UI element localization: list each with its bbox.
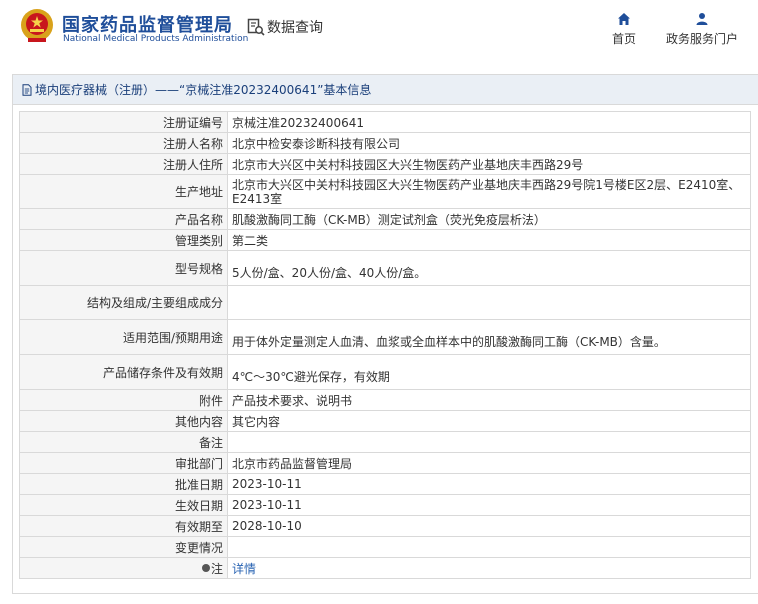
row-label: 生产地址 bbox=[19, 174, 228, 209]
row-label: 审批部门 bbox=[19, 452, 228, 474]
row-value: 北京市大兴区中关村科技园区大兴生物医药产业基地庆丰西路29号院1号楼E区2层、E… bbox=[227, 174, 751, 209]
table-row: 变更情况 bbox=[19, 536, 751, 558]
nav-home-label: 首页 bbox=[611, 32, 636, 46]
row-value: 详情 bbox=[227, 557, 751, 579]
note-label: 注 bbox=[201, 560, 223, 577]
table-row: 注册人住所 北京市大兴区中关村科技园区大兴生物医药产业基地庆丰西路29号 bbox=[19, 153, 751, 175]
table-row: 注 详情 bbox=[19, 557, 751, 579]
user-icon bbox=[696, 13, 708, 25]
row-value: 肌酸激酶同工酶（CK-MB）测定试剂盒（荧光免疫层析法） bbox=[227, 208, 751, 230]
row-label: 附件 bbox=[19, 389, 228, 411]
row-value: 2023-10-11 bbox=[227, 473, 751, 495]
row-value: 产品技术要求、说明书 bbox=[227, 389, 751, 411]
table-row: 注册证编号 京械注准20232400641 bbox=[19, 111, 751, 133]
bullet-icon bbox=[201, 564, 210, 572]
row-label: 变更情况 bbox=[19, 536, 228, 558]
row-value: 5人份/盒、20人份/盒、40人份/盒。 bbox=[227, 250, 751, 286]
row-label: 有效期至 bbox=[19, 515, 228, 537]
row-value: 北京中检安泰诊断科技有限公司 bbox=[227, 132, 751, 154]
table-row: 附件 产品技术要求、说明书 bbox=[19, 389, 751, 411]
row-label: 适用范围/预期用途 bbox=[19, 319, 228, 355]
row-label: 管理类别 bbox=[19, 229, 228, 251]
row-value: 北京市大兴区中关村科技园区大兴生物医药产业基地庆丰西路29号 bbox=[227, 153, 751, 175]
details-link[interactable]: 详情 bbox=[232, 562, 256, 576]
panel-title: 境内医疗器械（注册）——“京械注准20232400641”基本信息 bbox=[35, 83, 372, 97]
row-label: 型号规格 bbox=[19, 250, 228, 286]
row-value: 第二类 bbox=[227, 229, 751, 251]
row-label: 产品名称 bbox=[19, 208, 228, 230]
table-row: 型号规格 5人份/盒、20人份/盒、40人份/盒。 bbox=[19, 250, 751, 286]
table-row: 备注 bbox=[19, 431, 751, 453]
national-emblem-icon bbox=[21, 9, 53, 42]
table-row: 适用范围/预期用途 用于体外定量测定人血清、血浆或全血样本中的肌酸激酶同工酶（C… bbox=[19, 319, 751, 355]
row-label: 结构及组成/主要组成成分 bbox=[19, 285, 228, 320]
row-value: 4℃～30℃避光保存，有效期 bbox=[227, 354, 751, 390]
row-value: 2028-10-10 bbox=[227, 515, 751, 537]
row-value bbox=[227, 285, 751, 320]
search-document-icon bbox=[247, 18, 265, 36]
row-value: 用于体外定量测定人血清、血浆或全血样本中的肌酸激酶同工酶（CK-MB）含量。 bbox=[227, 319, 751, 355]
data-query-label: 数据查询 bbox=[267, 20, 323, 36]
row-label: 注册人住所 bbox=[19, 153, 228, 175]
row-value: 北京市药品监督管理局 bbox=[227, 452, 751, 474]
table-row: 生产地址 北京市大兴区中关村科技园区大兴生物医药产业基地庆丰西路29号院1号楼E… bbox=[19, 174, 751, 209]
table-row: 产品储存条件及有效期 4℃～30℃避光保存，有效期 bbox=[19, 354, 751, 390]
table-row: 生效日期 2023-10-11 bbox=[19, 494, 751, 516]
row-value bbox=[227, 536, 751, 558]
row-label: 产品储存条件及有效期 bbox=[19, 354, 228, 390]
table-row: 管理类别 第二类 bbox=[19, 229, 751, 251]
detail-panel: 境内医疗器械（注册）——“京械注准20232400641”基本信息 注册证编号 … bbox=[12, 74, 758, 594]
row-value: 其它内容 bbox=[227, 410, 751, 432]
data-query-link[interactable]: 数据查询 bbox=[247, 17, 323, 37]
table-row: 有效期至 2028-10-10 bbox=[19, 515, 751, 537]
row-label: 注册人名称 bbox=[19, 132, 228, 154]
home-icon bbox=[618, 13, 630, 25]
nav-government-service-portal[interactable]: 政务服务门户 bbox=[660, 12, 744, 47]
table-row: 其他内容 其它内容 bbox=[19, 410, 751, 432]
row-value bbox=[227, 431, 751, 453]
nav-service-label: 政务服务门户 bbox=[665, 32, 738, 46]
table-row: 审批部门 北京市药品监督管理局 bbox=[19, 452, 751, 474]
row-label: 批准日期 bbox=[19, 473, 228, 495]
site-subtitle: National Medical Products Administration bbox=[63, 34, 249, 44]
document-icon bbox=[22, 83, 32, 96]
note-label-cell: 注 bbox=[19, 557, 228, 579]
panel-header: 境内医疗器械（注册）——“京械注准20232400641”基本信息 bbox=[13, 75, 758, 105]
table-row: 结构及组成/主要组成成分 bbox=[19, 285, 751, 320]
registration-info-table: 注册证编号 京械注准20232400641 注册人名称 北京中检安泰诊断科技有限… bbox=[19, 111, 751, 579]
row-label: 备注 bbox=[19, 431, 228, 453]
table-row: 注册人名称 北京中检安泰诊断科技有限公司 bbox=[19, 132, 751, 154]
row-value: 2023-10-11 bbox=[227, 494, 751, 516]
row-value: 京械注准20232400641 bbox=[227, 111, 751, 133]
row-label: 生效日期 bbox=[19, 494, 228, 516]
table-row: 批准日期 2023-10-11 bbox=[19, 473, 751, 495]
table-row: 产品名称 肌酸激酶同工酶（CK-MB）测定试剂盒（荧光免疫层析法） bbox=[19, 208, 751, 230]
row-label: 注册证编号 bbox=[19, 111, 228, 133]
note-label-text: 注 bbox=[210, 561, 223, 576]
site-header: 国家药品监督管理局 National Medical Products Admi… bbox=[0, 0, 758, 62]
nav-home[interactable]: 首页 bbox=[606, 12, 642, 47]
row-label: 其他内容 bbox=[19, 410, 228, 432]
